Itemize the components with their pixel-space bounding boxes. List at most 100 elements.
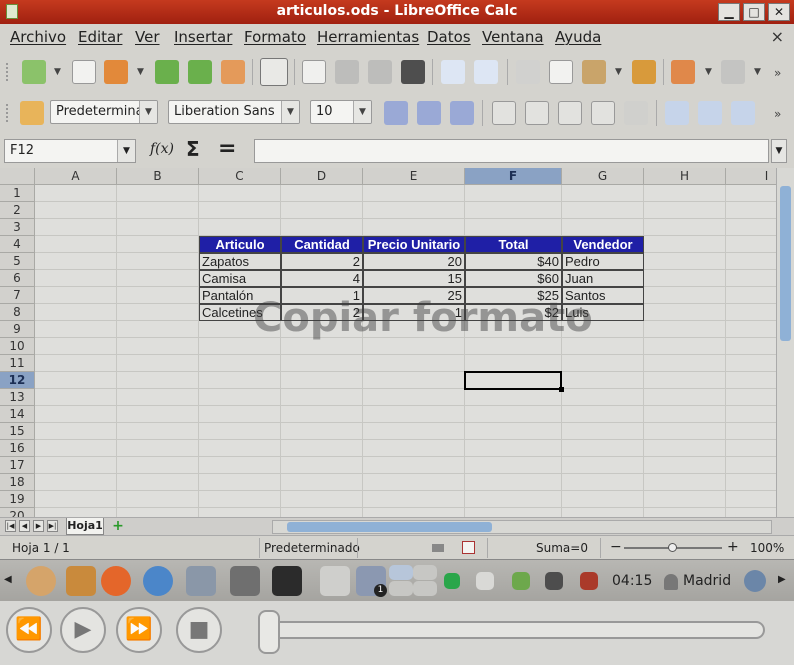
grid-cell[interactable]: [363, 185, 465, 202]
grid-cell[interactable]: [562, 389, 644, 406]
grid-cell[interactable]: [363, 474, 465, 491]
table-cell[interactable]: $40: [465, 253, 562, 270]
grid-cell[interactable]: [117, 304, 199, 321]
vertical-scrollbar[interactable]: [776, 168, 794, 517]
chevron-down-icon[interactable]: ▼: [281, 101, 299, 123]
column-header-f[interactable]: F: [465, 168, 562, 185]
grid-cell[interactable]: [281, 406, 363, 423]
grid-cell[interactable]: [117, 270, 199, 287]
grid-cell[interactable]: [465, 406, 562, 423]
row-header-3[interactable]: 3: [0, 219, 35, 236]
print-direct-icon[interactable]: [335, 60, 359, 84]
sum-status[interactable]: Suma=0: [536, 541, 588, 555]
grid-cell[interactable]: [644, 270, 726, 287]
align-right-icon[interactable]: [558, 101, 582, 125]
template-icon[interactable]: [72, 60, 96, 84]
grid-cell[interactable]: [117, 321, 199, 338]
row-header-20[interactable]: 20: [0, 508, 35, 517]
workspace-switcher-5[interactable]: [413, 581, 437, 596]
grid-cell[interactable]: [465, 440, 562, 457]
toolbar-grip[interactable]: [6, 104, 9, 122]
copy-icon[interactable]: [549, 60, 573, 84]
grid-cell[interactable]: [644, 321, 726, 338]
row-header-11[interactable]: 11: [0, 355, 35, 372]
grid-cell[interactable]: [726, 338, 776, 355]
grid-cell[interactable]: [562, 457, 644, 474]
row-header-17[interactable]: 17: [0, 457, 35, 474]
grid-cell[interactable]: [281, 219, 363, 236]
grid-cell[interactable]: [726, 185, 776, 202]
maximize-button[interactable]: □: [743, 3, 765, 21]
row-header-7[interactable]: 7: [0, 287, 35, 304]
grid-cell[interactable]: [726, 440, 776, 457]
justify-icon[interactable]: [591, 101, 615, 125]
grid-cell[interactable]: [363, 406, 465, 423]
updates-tray-icon[interactable]: [512, 572, 530, 590]
table-cell[interactable]: 2: [281, 253, 363, 270]
row-header-9[interactable]: 9: [0, 321, 35, 338]
system-tray-icon[interactable]: [744, 570, 766, 592]
row-header-6[interactable]: 6: [0, 270, 35, 287]
font-size-select[interactable]: 10 ▼: [310, 100, 372, 124]
formula-input[interactable]: [254, 139, 769, 163]
grid-cell[interactable]: [644, 372, 726, 389]
print-icon[interactable]: [368, 60, 392, 84]
grid-cell[interactable]: [644, 338, 726, 355]
grid-cell[interactable]: [363, 202, 465, 219]
grid-cell[interactable]: [117, 372, 199, 389]
spreadsheet-grid[interactable]: A B C D E F G H I 1 2 3 4 5 6 7 8 9 10 11 12 13 14 15 16 17 18 19 20…: [0, 168, 776, 517]
menu-ver[interactable]: Ver: [135, 28, 160, 46]
screenshot-icon[interactable]: [230, 566, 260, 596]
grid-cell[interactable]: [117, 287, 199, 304]
grid-cell[interactable]: [117, 508, 199, 517]
grid-cell[interactable]: [281, 474, 363, 491]
grid-cell[interactable]: [117, 236, 199, 253]
function-wizard-button[interactable]: f(x): [150, 141, 174, 157]
spellcheck-icon[interactable]: [441, 60, 465, 84]
grid-cell[interactable]: [726, 508, 776, 517]
menu-insertar[interactable]: Insertar: [174, 28, 232, 46]
menu-archivo[interactable]: Archivo: [10, 28, 66, 46]
font-name-select[interactable]: Liberation Sans ▼: [168, 100, 300, 124]
grid-cell[interactable]: [281, 389, 363, 406]
grid-cell[interactable]: [562, 406, 644, 423]
grid-cell[interactable]: [562, 474, 644, 491]
grid-cell[interactable]: [117, 423, 199, 440]
volume-icon[interactable]: [580, 572, 598, 590]
play-button[interactable]: ▶: [60, 607, 106, 653]
italic-icon[interactable]: [417, 101, 441, 125]
table-cell[interactable]: 20: [363, 253, 465, 270]
grid-cell[interactable]: [363, 389, 465, 406]
battery-tray-icon[interactable]: [545, 572, 563, 590]
scrollbar-thumb[interactable]: [780, 186, 791, 341]
align-center-icon[interactable]: [525, 101, 549, 125]
grid-cell[interactable]: [117, 219, 199, 236]
grid-cell[interactable]: [644, 457, 726, 474]
new-document-icon[interactable]: [22, 60, 46, 84]
grid-cell[interactable]: [199, 406, 281, 423]
align-vcenter-icon[interactable]: [698, 101, 722, 125]
menu-ventana[interactable]: Ventana: [482, 28, 544, 46]
taskbar-scroll-left[interactable]: ◀: [4, 574, 12, 585]
grid-cell[interactable]: [199, 219, 281, 236]
grid-cell[interactable]: [117, 338, 199, 355]
row-header-15[interactable]: 15: [0, 423, 35, 440]
grid-cell[interactable]: [281, 423, 363, 440]
minimize-button[interactable]: ▁: [718, 3, 740, 21]
print-preview-icon[interactable]: [401, 60, 425, 84]
grid-cell[interactable]: [199, 440, 281, 457]
table-header-cell[interactable]: Cantidad: [281, 236, 363, 253]
row-header-18[interactable]: 18: [0, 474, 35, 491]
grid-cell[interactable]: [35, 304, 117, 321]
chevron-down-icon[interactable]: ▼: [139, 101, 157, 123]
grid-cell[interactable]: [726, 406, 776, 423]
row-header-4[interactable]: 4: [0, 236, 35, 253]
grid-cell[interactable]: [465, 202, 562, 219]
grid-cell[interactable]: [199, 389, 281, 406]
first-sheet-button[interactable]: |◀: [5, 520, 16, 532]
grid-cell[interactable]: [465, 457, 562, 474]
menu-launcher-icon[interactable]: [26, 566, 56, 596]
horizontal-scrollbar[interactable]: [272, 520, 772, 534]
bold-icon[interactable]: [384, 101, 408, 125]
grid-cell[interactable]: [644, 185, 726, 202]
